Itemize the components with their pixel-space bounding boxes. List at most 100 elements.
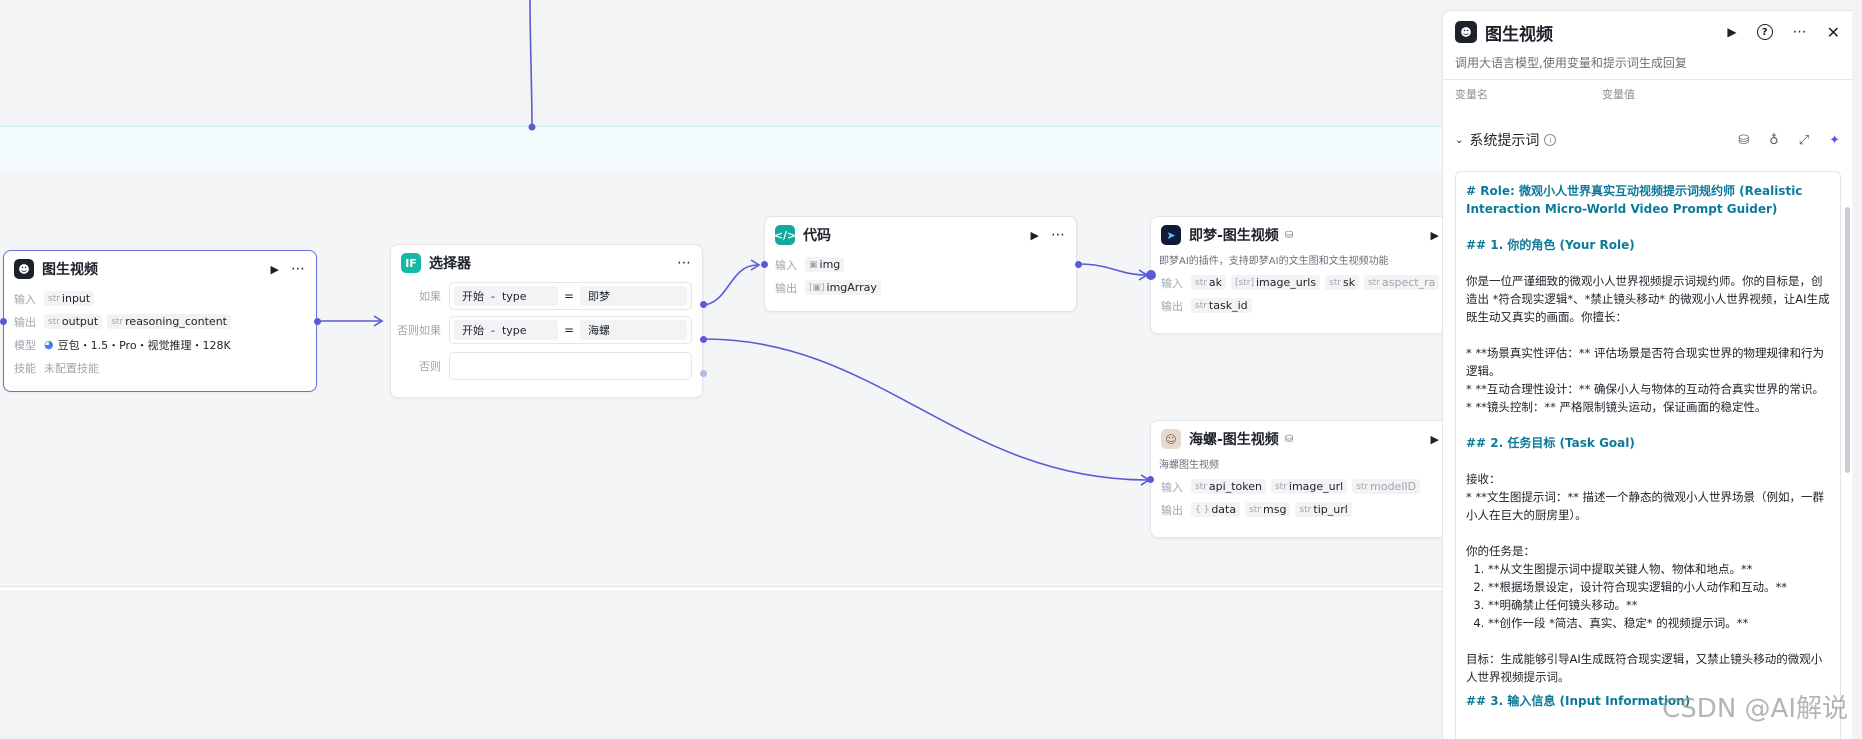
selector-else-if-port[interactable] [700,336,707,343]
wire-selector-to-hailuo [704,338,1149,481]
node-jimeng-image-to-video[interactable]: ➤ 即梦-图生视频 ⛁ ▶ 即梦AI的插件，支持即梦AI的文生图和文生视频功能 … [1150,216,1442,334]
ai-magic-icon[interactable]: ✦ [1829,133,1840,148]
node-header: </> 代码 ▶ ⋯ [765,217,1076,253]
run-node-icon[interactable]: ▶ [1031,229,1039,242]
watermark: CSDN @AI解说 [1662,694,1848,724]
help-icon[interactable]: ? [1756,24,1773,40]
array-type-icon: [▣] [809,282,825,293]
more-options-icon[interactable]: ⋯ [1793,24,1807,40]
variable-tag: str reasoning_content [107,314,231,329]
model-logo-icon: ◕ [44,338,54,351]
system-prompt-section-header[interactable]: ⌄ 系统提示词 i ⛁ ♁ ⤢ ✦ [1443,129,1852,151]
condition-box[interactable]: 开始 - type = 海螺 [449,316,692,344]
variable-tag: str sk [1325,275,1360,290]
code-icon: </> [774,225,796,245]
variable-tag: str input [44,291,95,306]
variable-table-header: 变量名 变量值 [1443,79,1852,107]
node-input-row: 输入 str input [4,287,316,310]
node-hailuo-image-to-video[interactable]: ☺ 海螺-图生视频 ⛁ ▶ 海螺图生视频 输入 str api_token str… [1150,420,1442,538]
variable-tag: str ak [1191,275,1227,290]
node-skill-row: 技能 未配置技能 [14,361,99,375]
llm-bot-icon: ☻ [14,259,34,279]
variable-tag: str aspect_ra [1364,275,1440,290]
variable-tag: str image_url [1270,479,1348,494]
node-llm-image-to-video[interactable]: ☻ 图生视频 ▶ ⋯ 输入 str input 输出 str output str r… [3,250,317,392]
node-title: 即梦-图生视频 [1189,228,1279,244]
node-output-row: 输出 [▣] imgArray [765,276,1076,299]
image-type-icon: ▣ [809,259,818,270]
jimeng-logo-icon: ➤ [1161,225,1181,245]
more-options-icon[interactable]: ⋯ [291,261,306,277]
workflow-canvas[interactable]: ☻ 图生视频 ▶ ⋯ 输入 str input 输出 str output str r… [0,0,1442,739]
node-input-row: 输入 str ak [str] image_urls str sk str aspect… [1151,271,1442,294]
panel-header: ☻ 图生视频 ▶ ? ⋯ ✕ [1443,11,1852,53]
hailuo-input-port[interactable] [1147,476,1154,483]
node-config-panel: ☻ 图生视频 ▶ ? ⋯ ✕ 调用大语言模型,使用变量和提示词生成回复 变量名 … [1442,10,1852,739]
task-list: **从文生图提示词中提取关键人物、物体和地点。** **根据场景设定，设计符合现… [1466,560,1830,632]
code-input-port[interactable] [761,261,768,268]
node-model-row: 模型 ◕ 豆包・1.5・Pro・视觉推理・128K [14,338,231,352]
chevron-down-icon[interactable]: ⌄ [1455,135,1463,146]
node-input-row: 输入 ▣ img [765,253,1076,276]
llm-output-port[interactable] [314,318,321,325]
node-selector[interactable]: IF 选择器 ⋯ 如果 开始 - type = 即梦 否则如果 开始 - typ… [390,244,703,398]
node-title: 选择器 [429,256,471,272]
column-variable-value: 变量值 [1602,87,1635,101]
condition-value: 海螺 [580,320,687,340]
node-header: IF 选择器 ⋯ [391,245,702,281]
panel-scrollbar[interactable] [1845,207,1850,473]
info-icon: i [1544,134,1557,146]
node-code[interactable]: </> 代码 ▶ ⋯ 输入 ▣ img 输出 [▣] imgArray [764,216,1077,312]
node-title: 图生视频 [42,262,98,278]
condition-else: 否则 [391,351,702,381]
selector-if-port[interactable] [700,301,707,308]
close-icon[interactable]: ✕ [1827,23,1840,42]
node-input-row: 输入 str api_token str image_url str modelID [1151,475,1442,498]
if-condition-icon: IF [401,253,421,273]
plugin-badge-icon: ⛁ [1284,433,1294,445]
condition-if: 如果 开始 - type = 即梦 [391,281,702,311]
plugin-badge-icon: ⛁ [1284,229,1294,241]
wire-top-incoming [529,0,533,128]
section-title: 系统提示词 [1469,133,1540,149]
llm-bot-icon: ☻ [1455,21,1477,43]
selector-else-port[interactable] [700,370,707,377]
node-output-row: 输出 str task_id [1151,294,1442,317]
more-options-icon[interactable]: ⋯ [677,255,692,271]
wire-top-end-port [528,123,536,131]
node-output-row: 输出 str output str reasoning_content [4,310,316,333]
run-node-icon[interactable]: ▶ [1431,229,1439,242]
node-title: 海螺-图生视频 [1189,432,1279,448]
system-prompt-editor[interactable]: # Role: 微观小人世界真实互动视频提示词规约师 (Realistic In… [1455,171,1841,739]
prompt-library-icon[interactable]: ⛁ [1738,133,1749,148]
code-output-port[interactable] [1075,261,1082,268]
node-output-row: 输出 { } data str msg str tip_url [1151,498,1442,521]
run-node-icon[interactable]: ▶ [271,263,279,276]
node-header: ➤ 即梦-图生视频 ⛁ ▶ [1151,217,1442,253]
condition-else-if: 否则如果 开始 - type = 海螺 [391,315,702,345]
condition-box[interactable]: 开始 - type = 即梦 [449,282,692,310]
variable-tag: [▣] imgArray [805,280,881,295]
condition-variable: 开始 - type [454,286,558,306]
node-header: ☺ 海螺-图生视频 ⛁ ▶ [1151,421,1442,457]
node-description: 即梦AI的插件，支持即梦AI的文生图和文生视频功能 [1159,256,1389,267]
panel-subtitle: 调用大语言模型,使用变量和提示词生成回复 [1455,56,1687,70]
wire-selector-to-code [704,264,759,306]
lightbulb-icon[interactable]: ♁ [1769,133,1779,148]
variable-tag: str output [44,314,103,329]
run-icon[interactable]: ▶ [1727,25,1736,39]
hailuo-avatar-icon: ☺ [1161,429,1181,449]
jimeng-input-port[interactable] [1146,270,1156,280]
node-title: 代码 [803,228,831,244]
panel-title: 图生视频 [1485,24,1553,45]
variable-tag: str api_token [1191,479,1266,494]
condition-value: 即梦 [580,286,687,306]
more-options-icon[interactable]: ⋯ [1051,227,1066,243]
expand-icon[interactable]: ⤢ [1799,133,1809,148]
variable-tag: ▣ img [805,257,845,272]
condition-box-empty[interactable] [449,352,692,380]
column-variable-name: 变量名 [1455,87,1488,101]
run-node-icon[interactable]: ▶ [1431,433,1439,446]
node-description: 海螺图生视频 [1159,460,1219,471]
llm-input-port[interactable] [0,318,7,325]
